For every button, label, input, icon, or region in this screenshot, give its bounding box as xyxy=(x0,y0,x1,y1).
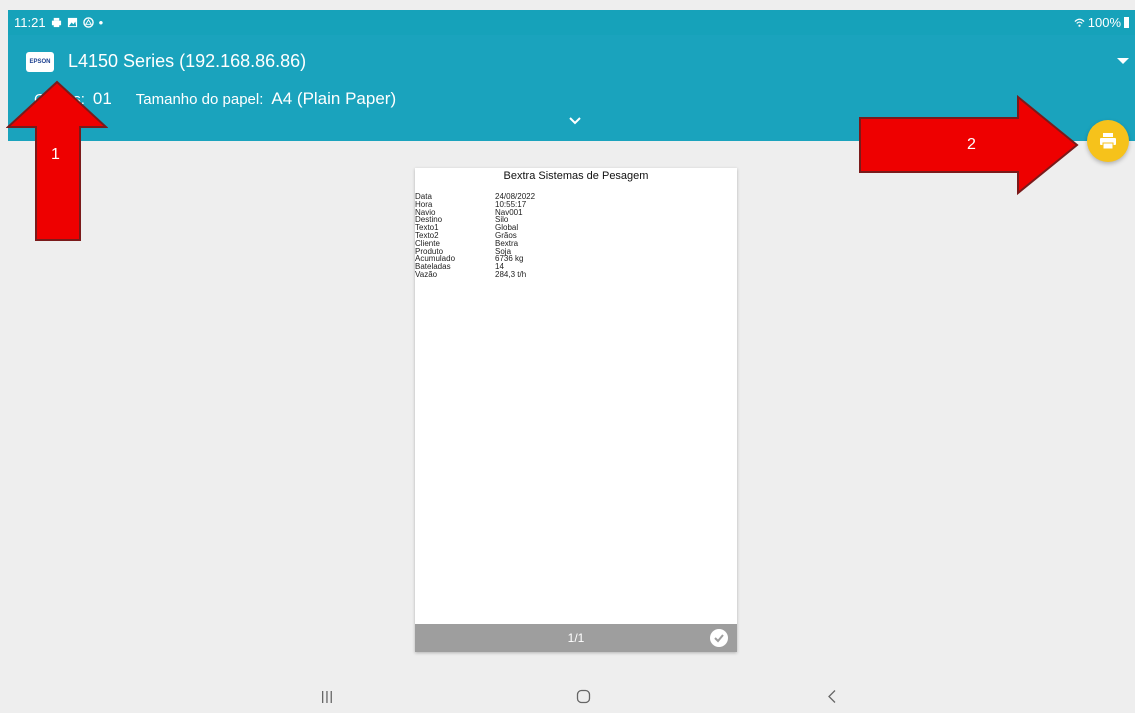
battery-icon xyxy=(1124,17,1129,28)
gallery-notification-icon xyxy=(67,17,77,28)
paper-size-value: A4 (Plain Paper) xyxy=(271,89,397,108)
printer-selector[interactable]: EPSON L4150 Series (192.168.86.86) xyxy=(26,51,306,72)
annotation-label-1: 1 xyxy=(51,146,60,163)
status-bar: 11:21 • 100% xyxy=(8,10,1135,35)
document-fields: Data 24/08/2022 Hora 10:55:17 Navio Nav001 Des… xyxy=(415,193,535,279)
annotation-label-2: 2 xyxy=(967,136,976,153)
epson-logo: EPSON xyxy=(26,51,54,72)
document-title: Bextra Sistemas de Pesagem xyxy=(503,170,649,182)
paper-size-label: Tamanho do papel: xyxy=(135,91,264,108)
page-preview[interactable]: Bextra Sistemas de Pesagem Data 24/08/202… xyxy=(415,168,737,652)
more-notifications-dot: • xyxy=(98,15,104,30)
print-button[interactable] xyxy=(1087,120,1129,162)
wifi-icon xyxy=(1074,18,1085,27)
battery-percent: 100% xyxy=(1087,15,1121,30)
system-navigation-bar xyxy=(8,680,1135,713)
field-value: 284,3 t/h xyxy=(495,269,527,279)
page-footer: 1/1 xyxy=(415,624,737,652)
recent-apps-icon[interactable] xyxy=(320,690,334,704)
expand-settings-chevron-icon[interactable] xyxy=(568,116,582,126)
back-icon[interactable] xyxy=(826,689,838,704)
field-label: Vazão xyxy=(415,269,438,279)
page-indicator: 1/1 xyxy=(567,631,585,645)
status-time: 11:21 xyxy=(14,15,46,30)
printer-name: L4150 Series (192.168.86.86) xyxy=(68,51,307,71)
printer-dropdown-icon[interactable] xyxy=(1117,58,1129,64)
home-icon[interactable] xyxy=(576,689,591,704)
drive-notification-icon xyxy=(82,17,94,28)
print-notification-icon xyxy=(51,17,61,28)
document-field-row: Vazão 284,3 t/h xyxy=(415,271,535,279)
page-selected-check-icon[interactable] xyxy=(710,629,728,647)
printer-icon xyxy=(1100,133,1116,150)
